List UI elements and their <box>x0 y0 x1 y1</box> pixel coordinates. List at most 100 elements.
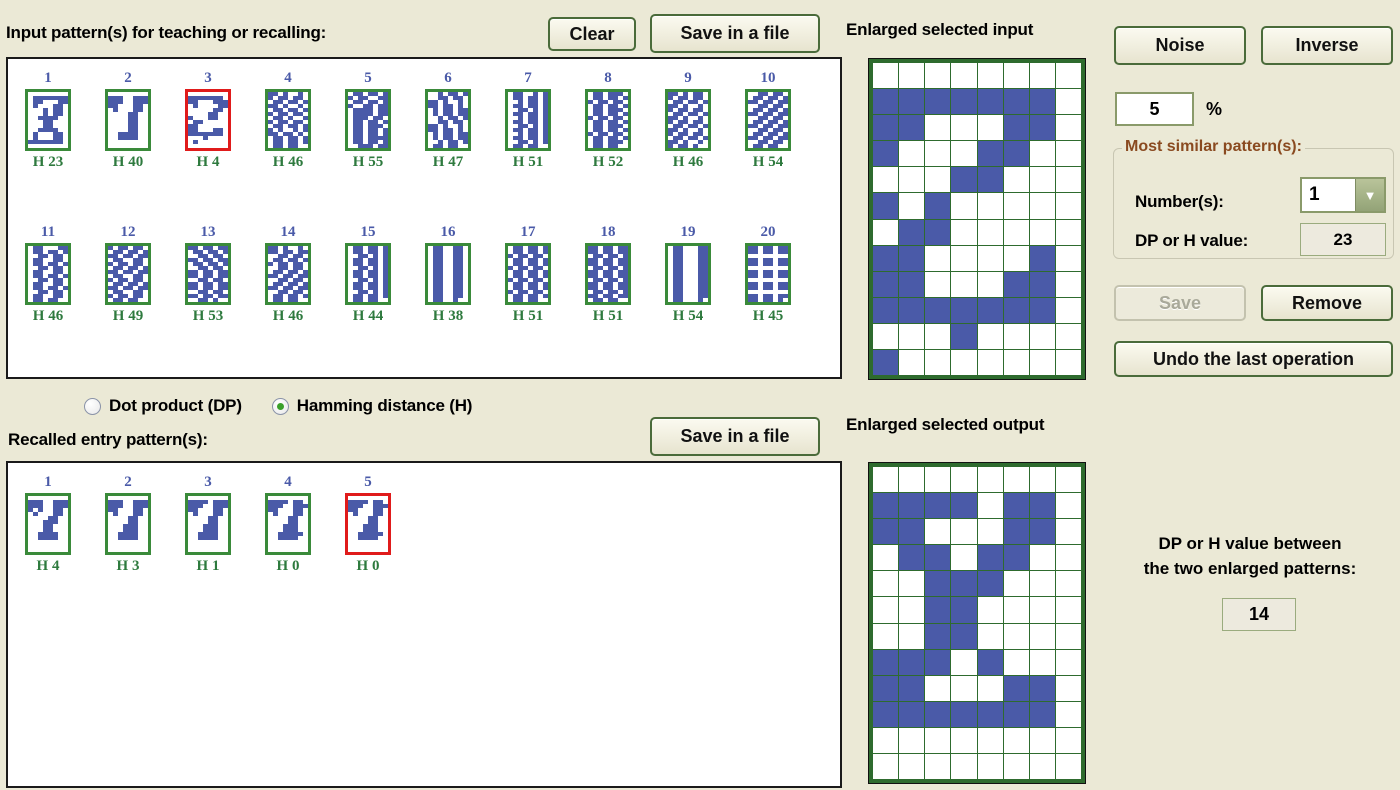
grid-cell[interactable] <box>951 89 977 115</box>
pattern-bitmap[interactable] <box>345 493 391 555</box>
grid-cell[interactable] <box>951 193 977 219</box>
grid-cell[interactable] <box>1055 167 1081 193</box>
pattern-bitmap[interactable] <box>585 243 631 305</box>
grid-cell[interactable] <box>1003 141 1029 167</box>
pattern-thumbnail[interactable]: 3 H 4 <box>185 70 231 174</box>
pattern-bitmap[interactable] <box>265 493 311 555</box>
pattern-bitmap[interactable] <box>265 89 311 151</box>
grid-cell[interactable] <box>873 701 899 727</box>
grid-cell[interactable] <box>977 649 1003 675</box>
grid-cell[interactable] <box>925 245 951 271</box>
grid-cell[interactable] <box>873 323 899 349</box>
grid-cell[interactable] <box>977 493 1003 519</box>
grid-cell[interactable] <box>873 623 899 649</box>
clear-input-button[interactable]: Clear <box>548 17 636 51</box>
grid-cell[interactable] <box>899 701 925 727</box>
grid-cell[interactable] <box>925 63 951 89</box>
grid-cell[interactable] <box>925 167 951 193</box>
grid-cell[interactable] <box>873 63 899 89</box>
enlarged-output-grid[interactable] <box>869 463 1085 783</box>
pattern-thumbnail[interactable]: 7 H 51 <box>505 70 551 174</box>
pattern-thumbnail[interactable]: 18 H 51 <box>585 224 631 328</box>
grid-cell[interactable] <box>925 727 951 753</box>
pattern-thumbnail[interactable]: 8 H 52 <box>585 70 631 174</box>
pattern-bitmap[interactable] <box>185 243 231 305</box>
grid-cell[interactable] <box>1055 727 1081 753</box>
numbers-select[interactable]: 1 ▼ <box>1300 177 1386 213</box>
grid-cell[interactable] <box>925 675 951 701</box>
grid-cell[interactable] <box>977 349 1003 375</box>
grid-cell[interactable] <box>899 519 925 545</box>
pattern-bitmap[interactable] <box>25 493 71 555</box>
pattern-thumbnail[interactable]: 10 H 54 <box>745 70 791 174</box>
hamming-distance-radio[interactable] <box>271 397 289 415</box>
grid-cell[interactable] <box>1029 141 1055 167</box>
grid-cell[interactable] <box>873 167 899 193</box>
grid-cell[interactable] <box>1003 219 1029 245</box>
grid-cell[interactable] <box>951 545 977 571</box>
noise-percent-input[interactable]: 5 <box>1115 92 1194 126</box>
grid-cell[interactable] <box>951 271 977 297</box>
grid-cell[interactable] <box>977 115 1003 141</box>
pattern-thumbnail[interactable]: 4 H 46 <box>265 70 311 174</box>
grid-cell[interactable] <box>873 219 899 245</box>
enlarged-input-grid[interactable] <box>869 59 1085 379</box>
grid-cell[interactable] <box>951 493 977 519</box>
grid-cell[interactable] <box>1029 623 1055 649</box>
grid-cell[interactable] <box>977 141 1003 167</box>
grid-cell[interactable] <box>873 493 899 519</box>
grid-cell[interactable] <box>899 753 925 779</box>
grid-cell[interactable] <box>1055 63 1081 89</box>
grid-cell[interactable] <box>977 63 1003 89</box>
grid-cell[interactable] <box>873 675 899 701</box>
grid-cell[interactable] <box>1003 297 1029 323</box>
grid-cell[interactable] <box>873 519 899 545</box>
grid-cell[interactable] <box>977 89 1003 115</box>
grid-cell[interactable] <box>1003 271 1029 297</box>
pattern-bitmap[interactable] <box>425 89 471 151</box>
grid-cell[interactable] <box>1029 701 1055 727</box>
pattern-thumbnail[interactable]: 1 H 23 <box>25 70 71 174</box>
grid-cell[interactable] <box>977 271 1003 297</box>
grid-cell[interactable] <box>1029 63 1055 89</box>
grid-cell[interactable] <box>1003 649 1029 675</box>
grid-cell[interactable] <box>925 545 951 571</box>
grid-cell[interactable] <box>951 467 977 493</box>
noise-button[interactable]: Noise <box>1114 26 1246 65</box>
grid-cell[interactable] <box>1055 753 1081 779</box>
grid-cell[interactable] <box>925 219 951 245</box>
inverse-button[interactable]: Inverse <box>1261 26 1393 65</box>
grid-cell[interactable] <box>899 89 925 115</box>
grid-cell[interactable] <box>873 89 899 115</box>
grid-cell[interactable] <box>899 675 925 701</box>
pattern-thumbnail[interactable]: 12 H 49 <box>105 224 151 328</box>
grid-cell[interactable] <box>1055 115 1081 141</box>
grid-cell[interactable] <box>1003 727 1029 753</box>
grid-cell[interactable] <box>1003 245 1029 271</box>
grid-cell[interactable] <box>1055 493 1081 519</box>
grid-cell[interactable] <box>873 297 899 323</box>
grid-cell[interactable] <box>1003 675 1029 701</box>
grid-cell[interactable] <box>873 571 899 597</box>
grid-cell[interactable] <box>1029 167 1055 193</box>
pattern-bitmap[interactable] <box>505 89 551 151</box>
grid-cell[interactable] <box>977 675 1003 701</box>
pattern-thumbnail[interactable]: 14 H 46 <box>265 224 311 328</box>
pattern-bitmap[interactable] <box>345 243 391 305</box>
grid-cell[interactable] <box>1003 623 1029 649</box>
grid-cell[interactable] <box>873 271 899 297</box>
grid-cell[interactable] <box>977 727 1003 753</box>
pattern-thumbnail[interactable]: 19 H 54 <box>665 224 711 328</box>
pattern-thumbnail[interactable]: 11 H 46 <box>25 224 71 328</box>
grid-cell[interactable] <box>899 219 925 245</box>
grid-cell[interactable] <box>1003 545 1029 571</box>
grid-cell[interactable] <box>1029 349 1055 375</box>
grid-cell[interactable] <box>977 571 1003 597</box>
pattern-bitmap[interactable] <box>105 243 151 305</box>
grid-cell[interactable] <box>873 649 899 675</box>
grid-cell[interactable] <box>951 649 977 675</box>
pattern-thumbnail[interactable]: 3 H 1 <box>185 474 231 578</box>
grid-cell[interactable] <box>951 701 977 727</box>
pattern-bitmap[interactable] <box>265 243 311 305</box>
grid-cell[interactable] <box>951 297 977 323</box>
